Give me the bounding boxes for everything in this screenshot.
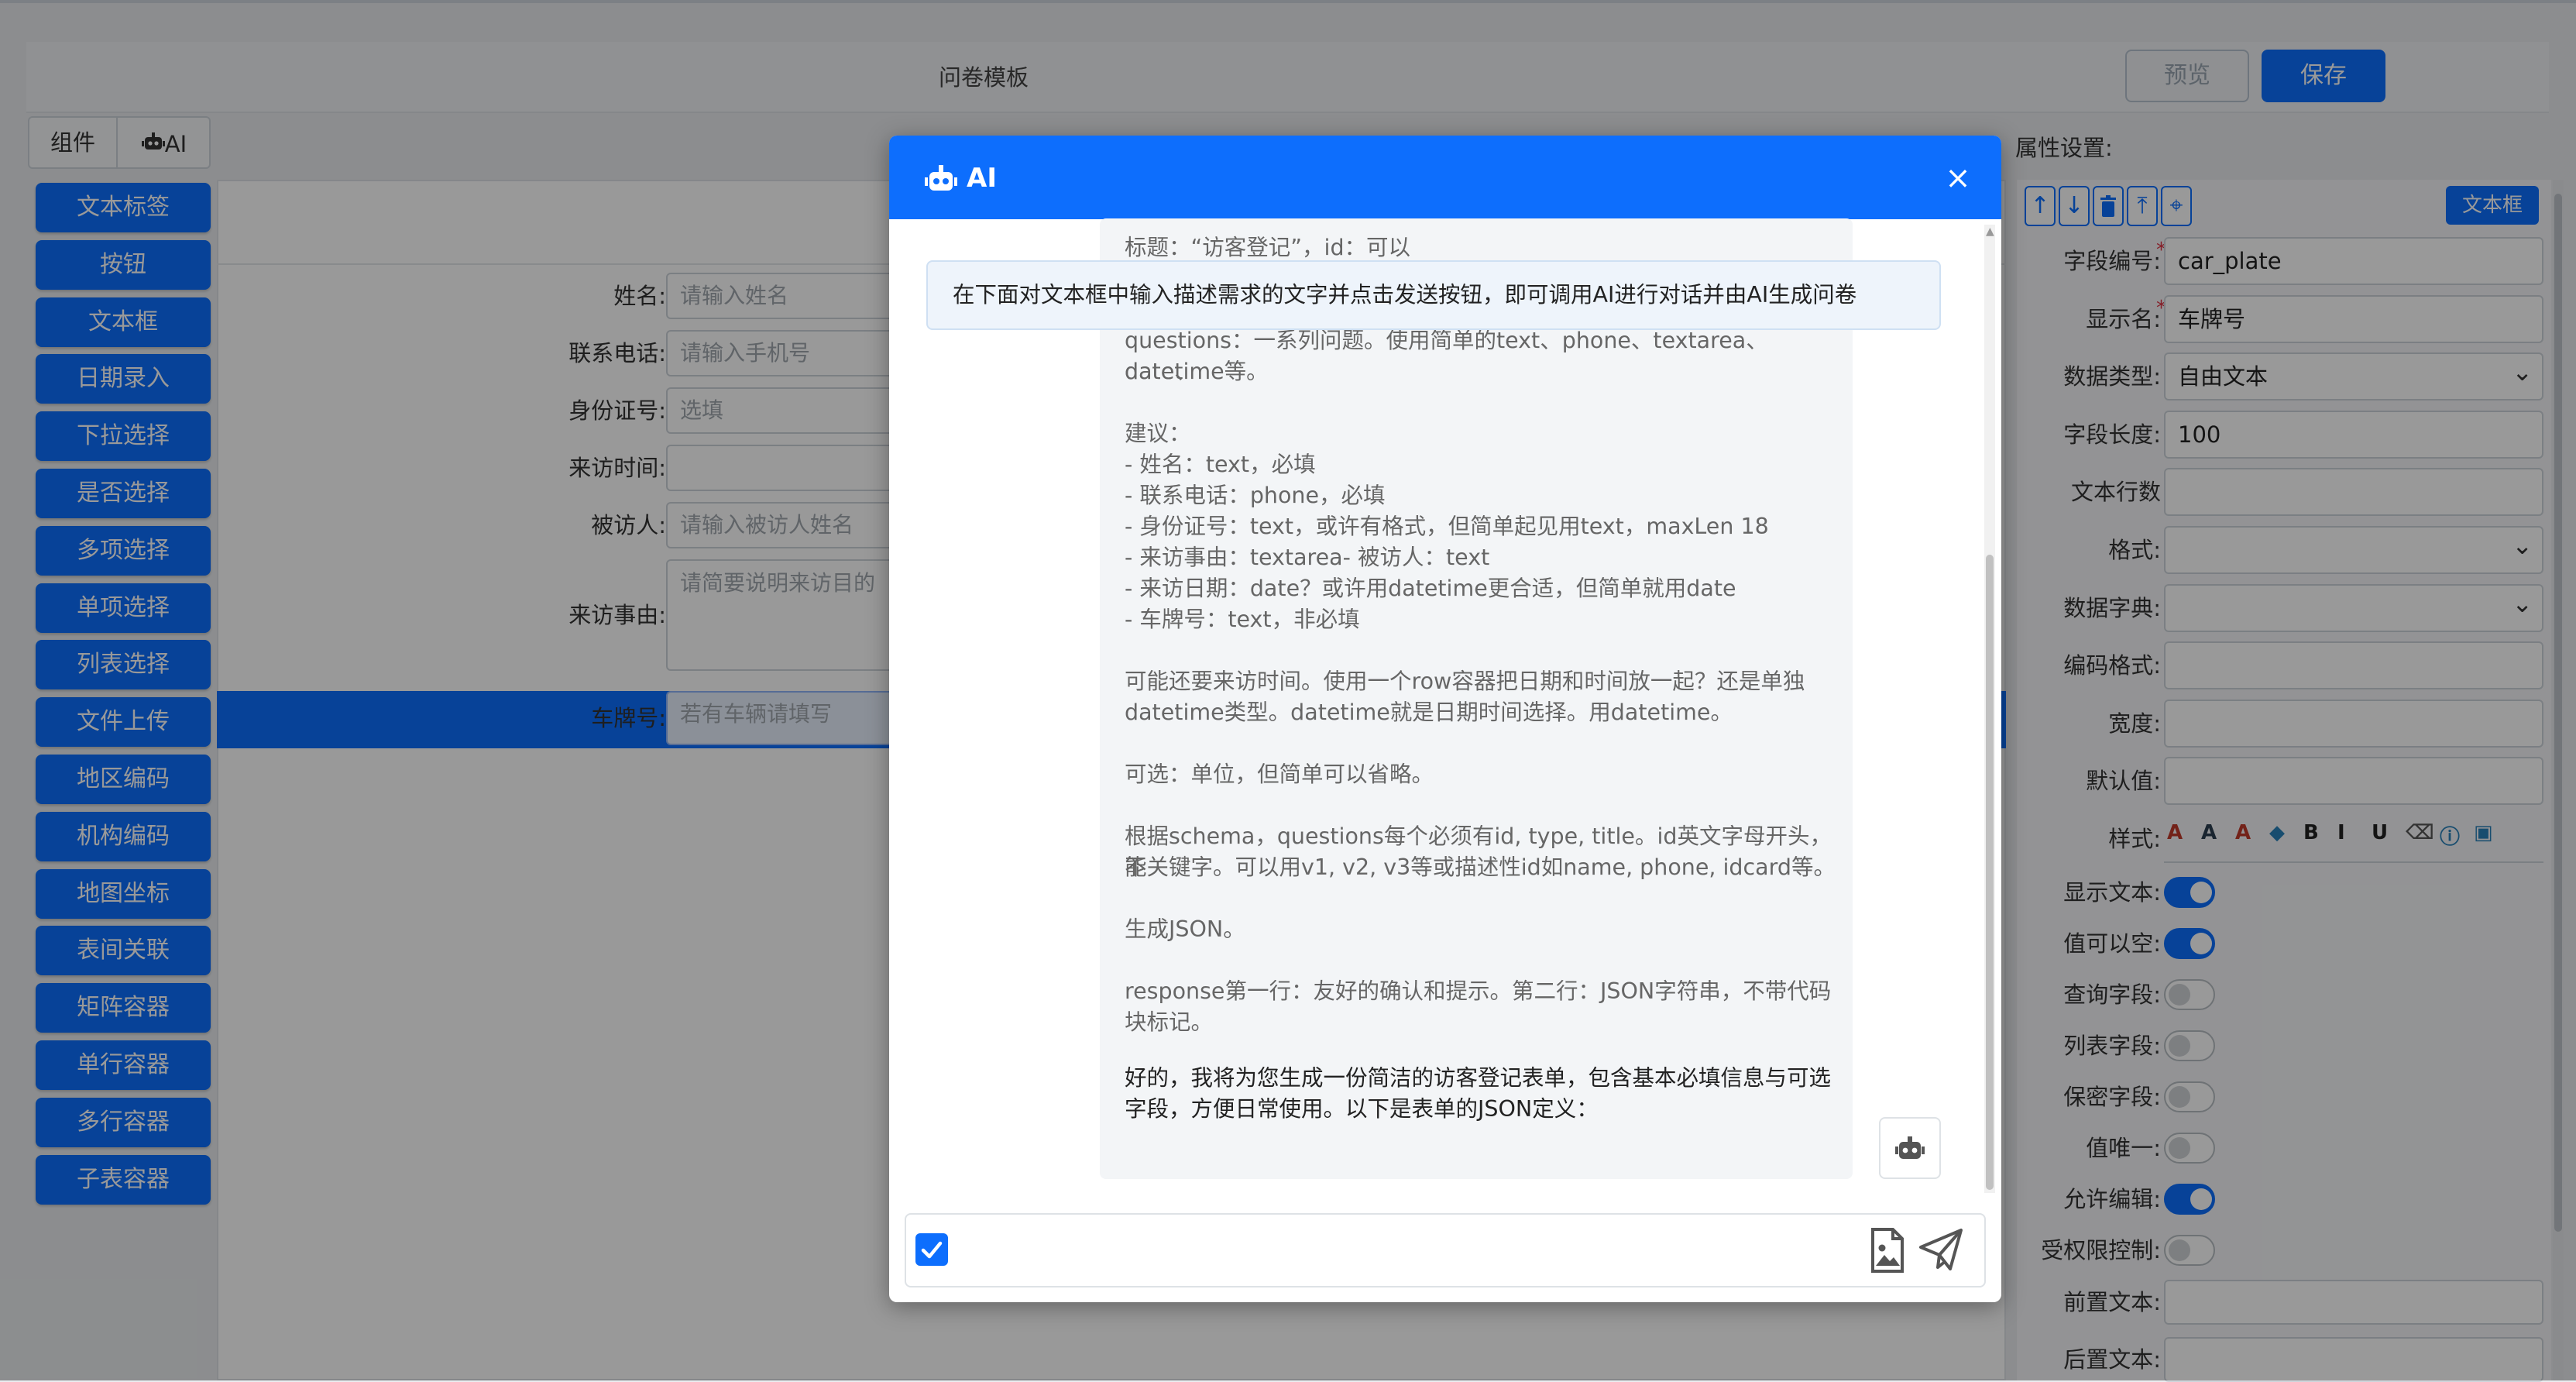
ai-message-line: 可能还要来访时间。使用一个row容器把日期和时间放一起？还是单独 — [1125, 669, 1805, 694]
close-icon[interactable]: × — [1942, 160, 1973, 197]
ai-message-line: - 联系电话：phone，必填 — [1125, 483, 1386, 508]
ai-usage-hint: 在下面对文本框中输入描述需求的文字并点击发送按钮，即可调用AI进行对话并由AI生… — [926, 260, 1941, 330]
ai-dialog-header — [889, 136, 2001, 219]
ai-message-line: 生成JSON。 — [1125, 916, 1245, 942]
ai-message-line: datetime等。 — [1125, 359, 1269, 384]
option-checkbox[interactable] — [915, 1233, 948, 1266]
ai-message-line: 可选：单位，但简单可以省略。 — [1125, 761, 1434, 787]
ai-message-line: - 来访事由：textarea- 被访人：text — [1125, 545, 1490, 570]
ai-message-line: - 身份证号：text，或许有格式，但简单起见用text，maxLen 18 — [1125, 514, 1769, 539]
ai-dialog-title: AI — [967, 163, 997, 194]
chat-input[interactable] — [905, 1213, 1986, 1287]
ai-message-line: response第一行：友好的确认和提示。第二行：JSON字符串，不带代码 — [1125, 978, 1832, 1004]
ai-message-line: 标题：“访客登记”，id：可以 — [1125, 235, 1411, 260]
robot-icon — [925, 163, 957, 194]
ai-message-line: - 车牌号：text，非必填 — [1125, 607, 1360, 632]
attach-image-icon[interactable] — [1870, 1227, 1905, 1274]
scroll-up-arrow-icon[interactable]: ▲ — [1986, 226, 1994, 237]
ai-message-line: - 来访日期：date？或许用datetime更合适，但简单就用date — [1125, 576, 1736, 601]
ai-message-line: datetime类型。datetime就是日期时间选择。用datetime。 — [1125, 700, 1733, 725]
ai-message-line: 块标记。 — [1125, 1009, 1214, 1035]
send-icon[interactable] — [1918, 1227, 1964, 1272]
ai-message-line: 建议： — [1125, 421, 1191, 446]
chat-scrollbar-thumb[interactable] — [1986, 555, 1994, 1190]
ai-answer-line: 字段，方便日常使用。以下是表单的JSON定义： — [1125, 1096, 1599, 1122]
ai-answer-line: 好的，我将为您生成一份简洁的访客登记表单，包含基本必填信息与可选 — [1125, 1065, 1832, 1091]
ai-message-line: - 姓名：text，必填 — [1125, 452, 1316, 477]
ai-message-line: 能关键字。可以用v1, v2, v3等或描述性id如name, phone, i… — [1125, 854, 1836, 880]
ai-avatar-button[interactable] — [1879, 1117, 1941, 1179]
